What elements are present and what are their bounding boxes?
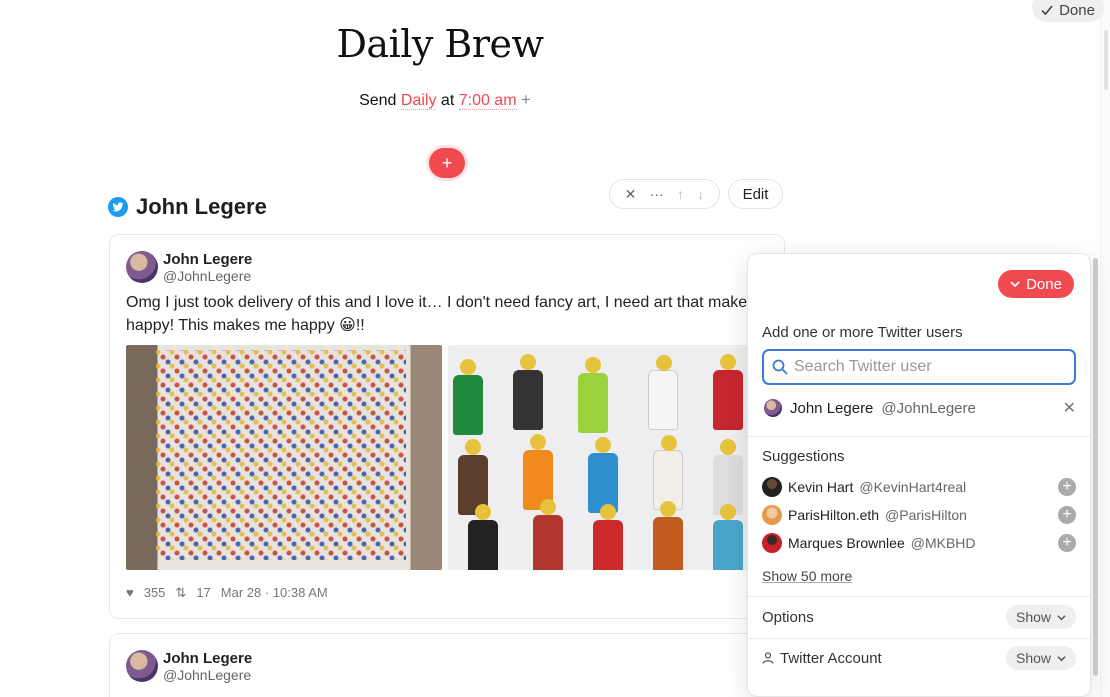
tweet-card[interactable]: John Legere @JohnLegere Omg I just took … — [109, 234, 785, 619]
options-show-button[interactable]: Show — [1006, 605, 1076, 629]
tweet-author-name: John Legere — [163, 251, 253, 268]
divider — [748, 638, 1090, 639]
avatar — [762, 477, 782, 497]
tweet-card[interactable]: John Legere @JohnLegere — [109, 633, 785, 697]
suggestion-handle: @ParisHilton — [885, 507, 967, 523]
twitter-account-row: Twitter Account Show — [762, 646, 1076, 670]
panel-done-button[interactable]: Done — [998, 270, 1074, 298]
add-block-button[interactable]: + — [429, 148, 465, 178]
suggestion-item[interactable]: Marques Brownlee @MKBHD + — [762, 532, 1076, 554]
top-done-label: Done — [1059, 1, 1095, 19]
add-circle-icon[interactable]: + — [1058, 534, 1076, 552]
edit-button[interactable]: Edit — [728, 179, 783, 209]
block-controls: ✕ ··· ↑ ↓ — [609, 179, 720, 209]
like-count: 355 — [143, 585, 166, 600]
page-scrollbar[interactable] — [1100, 0, 1110, 697]
twitter-icon — [108, 197, 128, 217]
top-done-button[interactable]: Done — [1032, 0, 1104, 22]
chevron-down-icon — [1057, 614, 1066, 620]
time-select[interactable]: 7:00 am — [458, 92, 517, 110]
selected-user-handle: @JohnLegere — [881, 399, 976, 417]
schedule-line: Send Daily at 7:00 am + — [0, 90, 890, 110]
suggestion-item[interactable]: Kevin Hart @KevinHart4real + — [762, 476, 1076, 498]
tweet-text: Omg I just took delivery of this and I l… — [126, 291, 782, 337]
frequency-select[interactable]: Daily — [400, 92, 437, 110]
options-label: Options — [762, 608, 814, 626]
suggestion-handle: @MKBHD — [910, 535, 976, 551]
panel-scrollbar[interactable] — [1091, 253, 1100, 697]
search-field[interactable] — [762, 349, 1076, 385]
options-show-label: Show — [1015, 609, 1052, 625]
chevron-down-icon — [1010, 281, 1020, 288]
retweet-icon: ⇅ — [175, 585, 187, 600]
at-text: at — [440, 92, 455, 109]
check-icon — [1041, 5, 1053, 16]
account-show-label: Show — [1015, 650, 1052, 666]
send-prefix: Send — [359, 92, 397, 109]
avatar — [126, 650, 158, 682]
add-time-button[interactable]: + — [521, 90, 531, 109]
add-circle-icon[interactable]: + — [1058, 478, 1076, 496]
avatar — [126, 251, 158, 283]
add-users-label: Add one or more Twitter users — [762, 324, 963, 341]
twitter-user-panel: Done Add one or more Twitter users John … — [747, 253, 1091, 697]
tweet-author-name: John Legere — [163, 650, 253, 667]
retweet-count: 17 — [196, 585, 211, 600]
selected-user: John Legere @JohnLegere ✕ — [764, 398, 1076, 418]
divider — [748, 436, 1090, 437]
section-title: John Legere — [136, 194, 267, 219]
tweet-image[interactable] — [126, 345, 442, 570]
arrow-up-icon[interactable]: ↑ — [677, 186, 684, 202]
show-more-link[interactable]: Show 50 more — [762, 568, 852, 584]
tweet-date: Mar 28 · 10:38 AM — [220, 585, 328, 600]
divider — [748, 596, 1090, 597]
section-header: John Legere — [108, 194, 267, 220]
chevron-down-icon — [1057, 655, 1066, 661]
add-circle-icon[interactable]: + — [1058, 506, 1076, 524]
suggestions-label: Suggestions — [762, 448, 845, 465]
heart-icon: ♥ — [126, 585, 134, 600]
avatar — [762, 533, 782, 553]
selected-user-name: John Legere — [790, 399, 874, 417]
suggestion-handle: @KevinHart4real — [859, 479, 967, 495]
avatar — [764, 399, 782, 417]
suggestion-name: ParisHilton.eth — [788, 507, 880, 523]
twitter-account-label: Twitter Account — [780, 649, 882, 667]
close-icon[interactable]: ✕ — [625, 186, 637, 203]
avatar — [762, 505, 782, 525]
search-icon — [772, 359, 788, 375]
tweet-text-line: Omg I just took delivery of this and I l… — [126, 294, 782, 311]
user-icon — [762, 652, 774, 664]
tweet-text-line: happy! This makes me happy 😀!! — [126, 317, 365, 334]
suggestion-item[interactable]: ParisHilton.eth @ParisHilton + — [762, 504, 1076, 526]
tweet-author-handle: @JohnLegere — [163, 667, 252, 683]
suggestion-name: Marques Brownlee — [788, 535, 905, 551]
suggestion-name: Kevin Hart — [788, 479, 854, 495]
tweet-image[interactable] — [448, 345, 748, 570]
page-title: Daily Brew — [336, 22, 544, 66]
search-input[interactable] — [794, 358, 1054, 376]
options-row: Options Show — [762, 605, 1076, 629]
tweet-author-handle: @JohnLegere — [163, 268, 252, 284]
remove-user-icon[interactable]: ✕ — [1063, 398, 1076, 418]
panel-done-label: Done — [1026, 275, 1062, 293]
plus-icon: + — [441, 152, 453, 173]
tweet-stats: ♥ 355 ⇅ 17 Mar 28 · 10:38 AM — [126, 585, 328, 601]
arrow-down-icon[interactable]: ↓ — [697, 186, 704, 202]
account-show-button[interactable]: Show — [1006, 646, 1076, 670]
more-icon[interactable]: ··· — [650, 186, 664, 202]
